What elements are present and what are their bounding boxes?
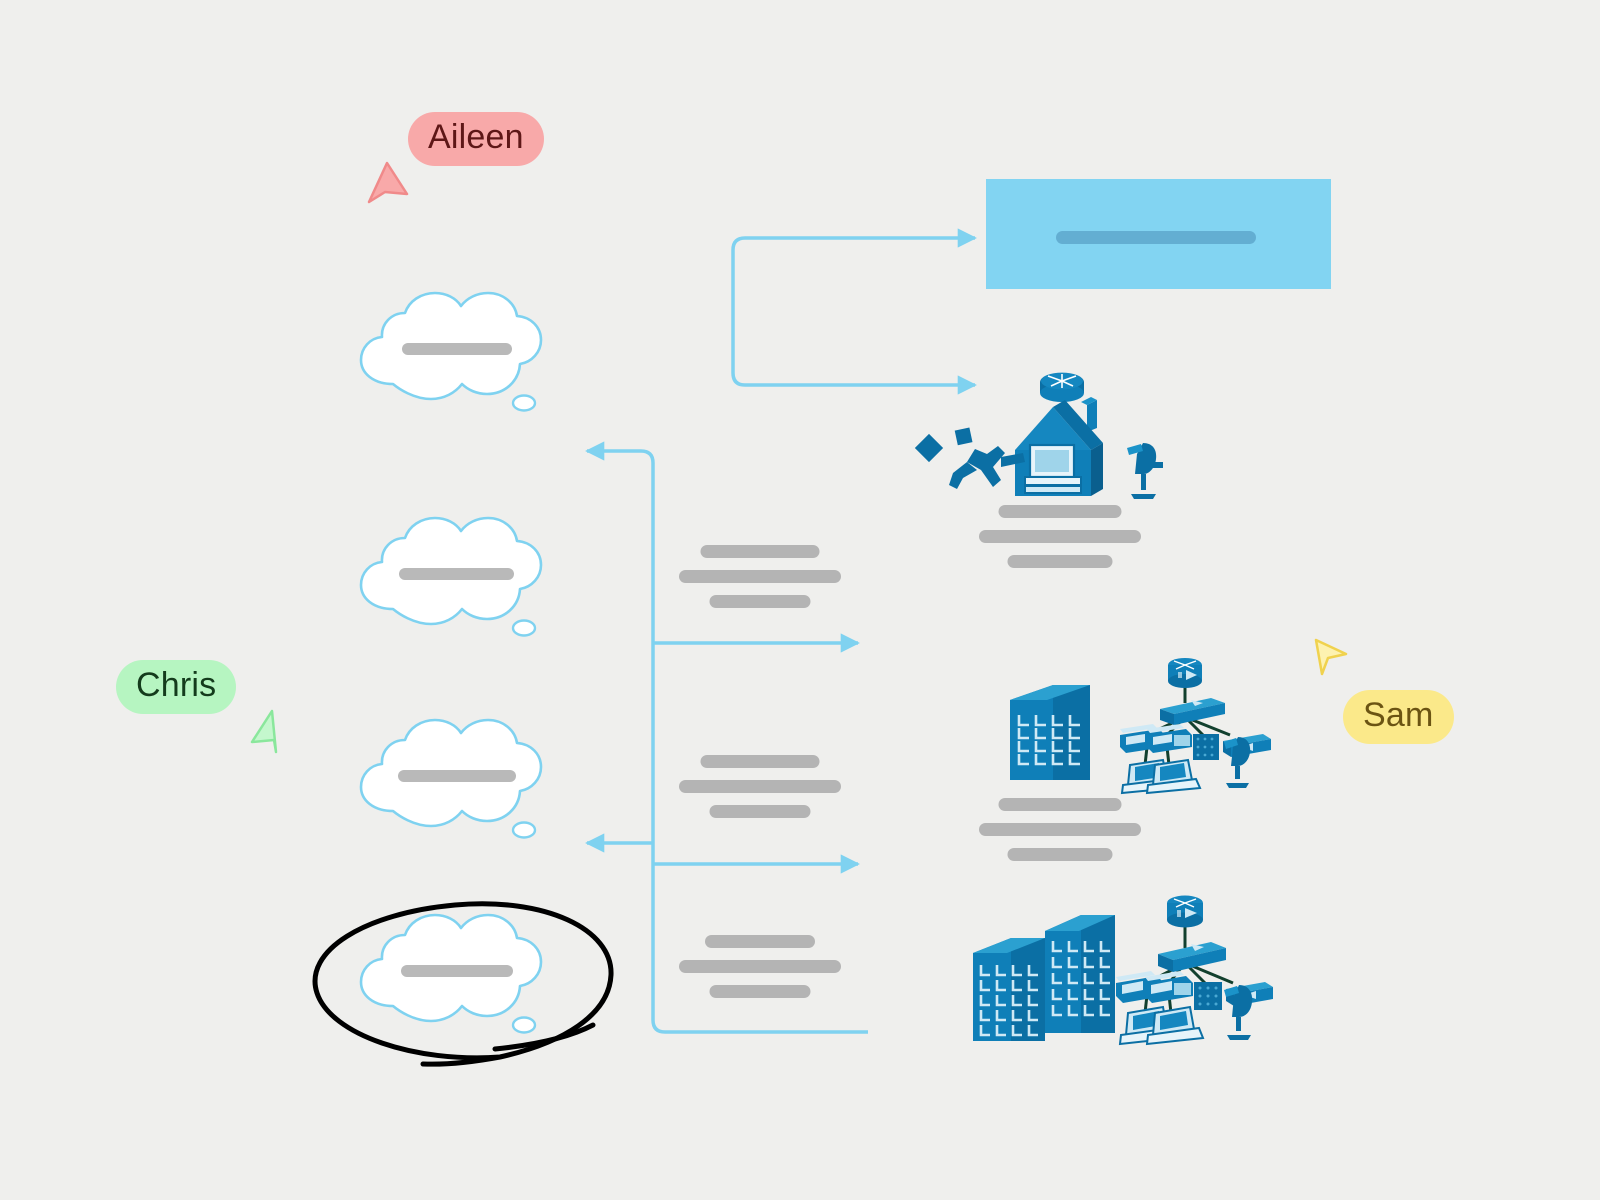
firewall-icon xyxy=(1194,982,1222,1010)
handdrawn-ellipse-annotation[interactable] xyxy=(295,885,625,1070)
workgroup-switch-icon xyxy=(1158,942,1226,972)
text-line xyxy=(979,530,1141,543)
cursor-pointer-icon xyxy=(250,709,278,754)
text-block-2[interactable] xyxy=(660,755,860,825)
router-icon xyxy=(1040,372,1084,402)
branch-office-group[interactable] xyxy=(995,655,1275,795)
text-block-1[interactable] xyxy=(660,545,860,615)
cloud-tail-bubble xyxy=(511,619,537,637)
text-line xyxy=(679,960,841,973)
ip-phone-icon xyxy=(1147,724,1192,753)
whiteboard-canvas[interactable]: Aileen Chris Sam xyxy=(0,0,1600,1200)
cloud-tail-bubble xyxy=(511,394,537,412)
firewall-icon xyxy=(1193,734,1219,760)
router-icon xyxy=(1168,658,1202,688)
text-line xyxy=(709,805,811,818)
cursor-label-sam: Sam xyxy=(1343,690,1454,745)
cursor-label-chris: Chris xyxy=(116,660,237,715)
cursor-label-aileen: Aileen xyxy=(408,112,544,167)
cursor-pointer-icon xyxy=(1314,638,1348,676)
thought-cloud-1[interactable] xyxy=(333,288,565,413)
thought-cloud-3[interactable] xyxy=(333,715,565,840)
building-icon xyxy=(1010,685,1090,780)
text-line xyxy=(679,780,841,793)
panel-text-placeholder xyxy=(1056,231,1256,244)
text-block-3[interactable] xyxy=(660,935,860,1005)
router-icon xyxy=(1167,895,1203,928)
seated-user-icon xyxy=(1127,443,1163,499)
text-line xyxy=(979,823,1141,836)
workgroup-switch-icon xyxy=(1160,698,1225,725)
text-line xyxy=(709,985,811,998)
cloud-text-placeholder xyxy=(402,343,512,355)
thought-cloud-2[interactable] xyxy=(333,513,565,638)
highlighted-panel[interactable] xyxy=(986,179,1331,289)
text-block-5[interactable] xyxy=(960,798,1160,868)
text-line xyxy=(700,755,820,768)
text-line xyxy=(1007,848,1113,861)
ip-phone-icon xyxy=(1145,971,1193,1003)
laptop-icon xyxy=(1145,758,1202,795)
cursor-pointer-icon xyxy=(367,161,409,204)
home-office-group[interactable] xyxy=(905,350,1165,510)
text-line xyxy=(709,595,811,608)
text-line xyxy=(700,545,820,558)
seated-user-icon xyxy=(1224,985,1253,1040)
cloud-text-placeholder xyxy=(398,770,516,782)
building-icon xyxy=(1045,915,1115,1033)
seated-user-icon xyxy=(1224,737,1251,788)
text-line xyxy=(998,798,1122,811)
annotation-stroke xyxy=(312,901,614,1067)
text-line xyxy=(1007,555,1113,568)
cloud-text-placeholder xyxy=(399,568,514,580)
building-icon xyxy=(973,938,1045,1041)
text-line xyxy=(705,935,815,948)
text-block-4[interactable] xyxy=(960,505,1160,575)
running-person-icon xyxy=(914,427,1025,489)
headquarters-group[interactable] xyxy=(963,893,1273,1048)
laptop-icon xyxy=(1145,1005,1205,1046)
home-office-icon xyxy=(1015,397,1103,496)
cloud-tail-bubble xyxy=(511,821,537,839)
text-line xyxy=(679,570,841,583)
